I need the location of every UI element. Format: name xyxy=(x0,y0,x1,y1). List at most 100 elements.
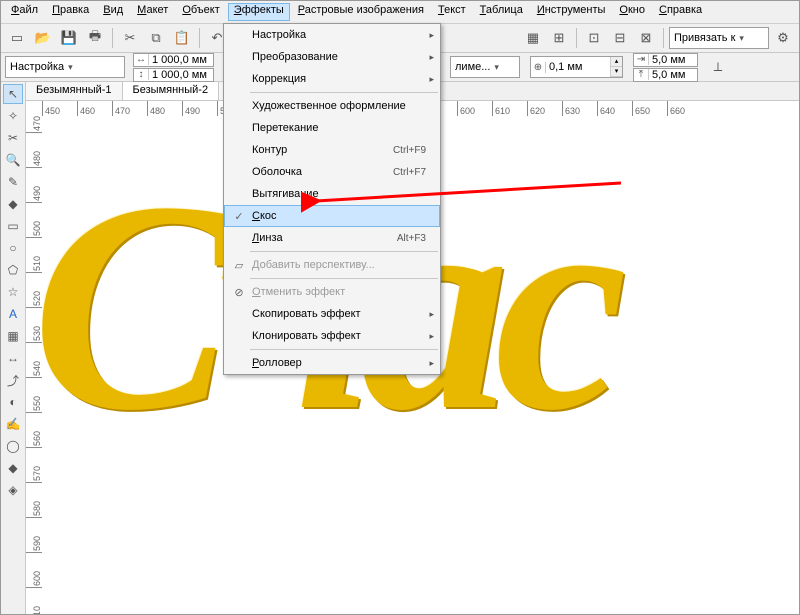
zoom-tool[interactable]: 🔍 xyxy=(3,150,23,170)
nudge-input[interactable]: ⊕ 0,1 мм ▴▾ xyxy=(530,56,623,78)
menu-Эффекты[interactable]: Эффекты xyxy=(228,3,290,21)
submenu-arrow-icon: ▸ xyxy=(429,309,434,320)
menu-item-label: Линза xyxy=(248,232,397,244)
dup-y-input[interactable]: ⤒ 5,0 мм xyxy=(633,68,698,82)
snap2-icon[interactable]: ⊟ xyxy=(608,26,632,50)
submenu-arrow-icon: ▸ xyxy=(429,331,434,342)
rectangle-tool[interactable]: ▭ xyxy=(3,216,23,236)
separator xyxy=(199,28,200,48)
dup-x-icon: ⇥ xyxy=(634,54,649,65)
page-width-input[interactable]: ↔ 1 000,0 мм xyxy=(133,53,214,67)
menu-Окно[interactable]: Окно xyxy=(613,3,651,21)
preset-combo[interactable]: Настройка ▾ xyxy=(5,56,125,78)
menu-Текст[interactable]: Текст xyxy=(432,3,472,21)
dimension-tool[interactable]: ↔ xyxy=(3,348,23,368)
pick-tool[interactable]: ↖ xyxy=(3,84,23,104)
menu-item-Клонировать эффект[interactable]: Клонировать эффект▸ xyxy=(224,325,440,347)
menu-separator xyxy=(250,349,438,350)
doc-tab[interactable]: Безымянный-2 xyxy=(123,82,220,100)
menu-item-Коррекция[interactable]: Коррекция▸ xyxy=(224,68,440,90)
grid-icon[interactable]: ▦ xyxy=(521,26,545,50)
ruler-tick: 560 xyxy=(26,431,42,448)
paste-icon[interactable]: 📋 xyxy=(170,26,194,50)
cut-icon[interactable]: ✂ xyxy=(118,26,142,50)
page-height-input[interactable]: ↕ 1 000,0 мм xyxy=(133,68,214,82)
menu-Справка[interactable]: Справка xyxy=(653,3,708,21)
menu-item-Ролловер[interactable]: Ролловер▸ xyxy=(224,352,440,374)
menu-Вид[interactable]: Вид xyxy=(97,3,129,21)
menu-Макет[interactable]: Макет xyxy=(131,3,174,21)
menu-item-Скос[interactable]: ✓Скос xyxy=(224,205,440,227)
menu-item-icon: ▱ xyxy=(230,259,248,272)
ruler-tick: 570 xyxy=(26,466,42,483)
shapes-tool[interactable]: ☆ xyxy=(3,282,23,302)
shape-tool[interactable]: ✧ xyxy=(3,106,23,126)
menu-item-label: Оболочка xyxy=(248,166,393,178)
menu-item-label: Художественное оформление xyxy=(248,100,434,112)
separator xyxy=(112,28,113,48)
interactive-fill-tool[interactable]: ◈ xyxy=(3,480,23,500)
smart-fill-tool[interactable]: ◆ xyxy=(3,194,23,214)
polygon-tool[interactable]: ⬠ xyxy=(3,260,23,280)
text-tool[interactable]: A xyxy=(3,304,23,324)
menu-item-Художественное оформление[interactable]: Художественное оформление xyxy=(224,95,440,117)
crop-tool[interactable]: ✂ xyxy=(3,128,23,148)
menu-item-Настройка[interactable]: Настройка▸ xyxy=(224,24,440,46)
save-icon[interactable]: 💾 xyxy=(57,26,81,50)
width-icon: ↔ xyxy=(134,54,149,65)
menu-item-label: Коррекция xyxy=(248,73,434,85)
blend-tool[interactable]: ◐ xyxy=(3,392,23,412)
copy-icon[interactable]: ⧉ xyxy=(144,26,168,50)
doc-tab[interactable]: Безымянный-1 xyxy=(26,82,123,100)
print-icon[interactable]: 🖶 xyxy=(83,26,107,50)
preset-value: Настройка xyxy=(10,61,64,73)
ellipse-tool[interactable]: ○ xyxy=(3,238,23,258)
menu-item-shortcut: Ctrl+F7 xyxy=(393,167,434,178)
ruler-tick: 600 xyxy=(457,101,475,117)
ruler-tick: 650 xyxy=(632,101,650,117)
menu-Инструменты[interactable]: Инструменты xyxy=(531,3,612,21)
menu-item-icon: ⊘ xyxy=(230,286,248,299)
snap3-icon[interactable]: ⊠ xyxy=(634,26,658,50)
menu-item-Скопировать эффект[interactable]: Скопировать эффект▸ xyxy=(224,303,440,325)
menu-item-Линза[interactable]: ЛинзаAlt+F3 xyxy=(224,227,440,249)
connector-tool[interactable]: ⤴ xyxy=(3,370,23,390)
outline-tool[interactable]: ◯ xyxy=(3,436,23,456)
menu-item-Вытягивание[interactable]: Вытягивание xyxy=(224,183,440,205)
nudge-value: 0,1 мм xyxy=(546,61,610,73)
menu-item-label: Клонировать эффект xyxy=(248,330,434,342)
nudge-icon: ⊕ xyxy=(531,62,546,73)
menu-item-shortcut: Alt+F3 xyxy=(397,233,434,244)
menu-item-Преобразование[interactable]: Преобразование▸ xyxy=(224,46,440,68)
ruler-tick: 480 xyxy=(147,101,165,117)
snap1-icon[interactable]: ⊡ xyxy=(582,26,606,50)
snap-to-combo[interactable]: Привязать к ▾ xyxy=(669,27,769,49)
menu-Объект[interactable]: Объект xyxy=(176,3,225,21)
guides-icon[interactable]: ⊞ xyxy=(547,26,571,50)
crop-icon[interactable]: ⟂ xyxy=(706,55,730,79)
menu-item-Перетекание[interactable]: Перетекание xyxy=(224,117,440,139)
units-combo[interactable]: лиме... ▾ xyxy=(450,56,520,78)
menu-item-label: Вытягивание xyxy=(248,188,434,200)
table-tool[interactable]: ▦ xyxy=(3,326,23,346)
dropdown-icon: ▾ xyxy=(494,62,499,73)
open-icon[interactable]: 📂 xyxy=(31,26,55,50)
new-icon[interactable]: ▭ xyxy=(5,26,29,50)
dup-x-input[interactable]: ⇥ 5,0 мм xyxy=(633,53,698,67)
menu-Растровые изображения[interactable]: Растровые изображения xyxy=(292,3,430,21)
snap-to-label: Привязать к xyxy=(674,32,735,44)
menu-Правка[interactable]: Правка xyxy=(46,3,95,21)
ruler-tick: 580 xyxy=(26,501,42,518)
menu-item-Оболочка[interactable]: ОболочкаCtrl+F7 xyxy=(224,161,440,183)
menubar: ФайлПравкаВидМакетОбъектЭффектыРастровые… xyxy=(1,1,799,24)
options-icon[interactable]: ⚙ xyxy=(771,26,795,50)
menu-item-Контур[interactable]: КонтурCtrl+F9 xyxy=(224,139,440,161)
menu-Таблица[interactable]: Таблица xyxy=(474,3,529,21)
menu-Файл[interactable]: Файл xyxy=(5,3,44,21)
eyedropper-tool[interactable]: ✍ xyxy=(3,414,23,434)
ruler-vertical: 4704804905005105205305405505605705805906… xyxy=(26,116,43,615)
freehand-tool[interactable]: ✎ xyxy=(3,172,23,192)
fill-tool[interactable]: ◆ xyxy=(3,458,23,478)
ruler-tick: 500 xyxy=(26,221,42,238)
ruler-tick: 550 xyxy=(26,396,42,413)
